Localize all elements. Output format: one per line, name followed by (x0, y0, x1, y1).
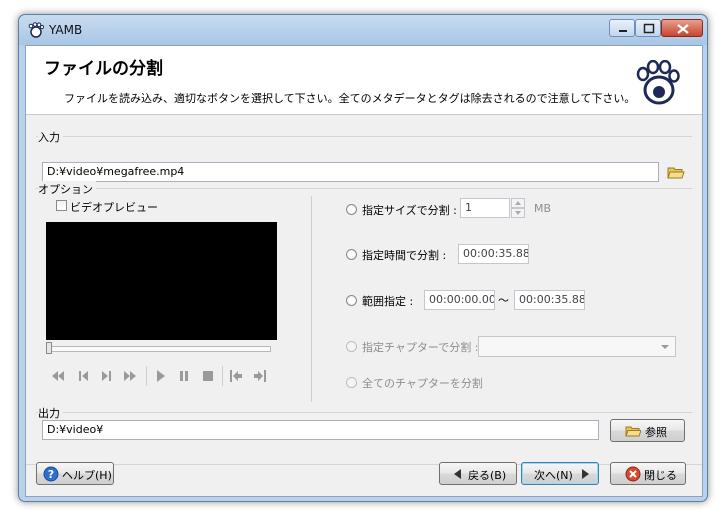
back-label: 戻る(B) (468, 469, 507, 482)
set-end-marker-icon[interactable] (252, 368, 268, 384)
size-spinner-icon[interactable] (511, 198, 525, 218)
size-unit-label: MB (534, 202, 552, 215)
back-arrow-icon (454, 469, 461, 479)
close-label: 閉じる (644, 469, 677, 482)
output-group-border (36, 412, 692, 413)
gimp-foot-icon (28, 22, 44, 38)
page-title: ファイルの分割 (44, 59, 163, 79)
fast-forward-icon[interactable] (122, 368, 138, 384)
split-by-chapter-radio[interactable] (346, 341, 357, 352)
svg-text:?: ? (48, 468, 54, 481)
close-icon (677, 24, 689, 34)
range-label: 範囲指定 : (362, 295, 414, 308)
maximize-icon (643, 23, 655, 34)
video-preview-checkbox[interactable] (56, 200, 67, 211)
rewind-icon[interactable] (50, 368, 66, 384)
next-frame-icon[interactable] (98, 368, 114, 384)
split-by-time-label: 指定時間で分割 : (362, 249, 447, 262)
range-separator: ～ (498, 294, 509, 307)
output-group-label: 出力 (38, 405, 63, 421)
maximize-button[interactable] (635, 19, 661, 37)
chevron-down-icon (661, 345, 669, 349)
set-start-marker-icon[interactable] (228, 368, 244, 384)
split-all-chapters-label: 全てのチャプターを分割 (362, 377, 483, 390)
open-folder-icon[interactable] (667, 164, 685, 180)
previous-frame-icon[interactable] (76, 368, 92, 384)
dialog-client-area: ファイルの分割 ファイルを読み込み、適切なボタンを選択して下さい。全てのメタデー… (25, 45, 703, 497)
title-bar[interactable]: YAMB (19, 15, 707, 45)
help-button[interactable]: ? ヘルプ(H) (36, 462, 114, 485)
split-by-size-radio[interactable] (346, 204, 357, 215)
options-group-border (36, 188, 692, 189)
input-path-field[interactable]: D:¥video¥megafree.mp4 (42, 162, 659, 182)
close-window-button[interactable] (661, 19, 703, 37)
browse-button[interactable]: 参照 (610, 419, 685, 442)
help-label: ヘルプ(H) (62, 469, 112, 482)
next-arrow-icon (582, 469, 589, 479)
seek-slider-thumb[interactable] (46, 342, 52, 354)
gimp-foot-logo-icon (636, 60, 680, 105)
minimize-button[interactable] (609, 19, 635, 37)
split-size-field[interactable]: 1 (460, 198, 510, 218)
control-separator (222, 366, 223, 386)
split-by-chapter-label: 指定チャプターで分割 : (362, 341, 479, 354)
control-separator (146, 366, 147, 386)
input-group-border (36, 136, 692, 137)
input-group-label: 入力 (38, 129, 63, 145)
video-preview-label: ビデオプレビュー (70, 201, 158, 214)
options-divider (311, 196, 312, 402)
split-by-time-radio[interactable] (346, 249, 357, 260)
chapter-select[interactable] (478, 336, 676, 357)
next-button[interactable]: 次へ(N) (521, 462, 599, 485)
app-window: YAMB ファイルの分割 ファイルを読み込み、適切なボタンを選択して下さい。全て… (18, 14, 708, 502)
split-all-chapters-radio[interactable] (346, 377, 357, 388)
back-button[interactable]: 戻る(B) (439, 462, 517, 485)
window-title: YAMB (49, 23, 83, 37)
video-preview-area (46, 222, 277, 340)
help-icon: ? (43, 466, 59, 482)
range-radio[interactable] (346, 295, 357, 306)
range-end-field[interactable]: 00:00:35.880 (514, 290, 585, 310)
minimize-icon (619, 30, 627, 32)
options-group-label: オプション (38, 181, 96, 197)
folder-icon (625, 426, 641, 437)
wizard-header: ファイルの分割 ファイルを読み込み、適切なボタンを選択して下さい。全てのメタデー… (26, 46, 702, 115)
play-icon[interactable] (152, 368, 168, 384)
range-start-field[interactable]: 00:00:00.000 (424, 290, 495, 310)
browse-label: 参照 (645, 426, 667, 439)
split-time-field[interactable]: 00:00:35.880 (458, 244, 529, 264)
stop-icon[interactable] (200, 368, 216, 384)
output-path-field[interactable]: D:¥video¥ (42, 420, 599, 440)
footer-divider (26, 464, 702, 465)
next-label: 次へ(N) (534, 469, 573, 482)
split-by-size-label: 指定サイズで分割 : (362, 204, 457, 217)
close-circle-icon (625, 466, 641, 482)
close-button[interactable]: 閉じる (610, 462, 686, 485)
seek-track[interactable] (46, 346, 271, 352)
page-description: ファイルを読み込み、適切なボタンを選択して下さい。全てのメタデータとタグは除去さ… (64, 92, 636, 105)
pause-icon[interactable] (176, 368, 192, 384)
